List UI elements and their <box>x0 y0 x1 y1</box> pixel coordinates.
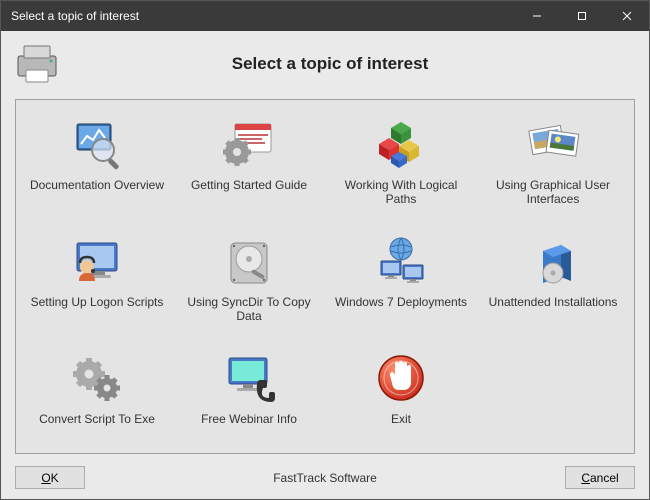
magnifier-chart-icon <box>65 112 129 176</box>
gears-icon <box>65 346 129 410</box>
topic-setting-up-logon-scripts[interactable]: Setting Up Logon Scripts <box>22 227 172 342</box>
monitor-phone-icon <box>217 346 281 410</box>
header: Select a topic of interest <box>1 31 649 93</box>
maximize-icon <box>577 11 587 21</box>
window-controls <box>514 1 649 31</box>
topic-label: Exit <box>391 412 411 426</box>
minimize-button[interactable] <box>514 1 559 31</box>
topics-panel: Documentation Overview <box>15 99 635 454</box>
blocks-icon <box>369 112 433 176</box>
close-button[interactable] <box>604 1 649 31</box>
topic-windows-7-deployments[interactable]: Windows 7 Deployments <box>326 227 476 342</box>
topic-using-syncdir-to-copy-data[interactable]: Using SyncDir To Copy Data <box>174 227 324 342</box>
topic-using-graphical-user-interfaces[interactable]: Using Graphical User Interfaces <box>478 110 628 225</box>
stop-hand-icon <box>369 346 433 410</box>
topic-getting-started-guide[interactable]: Getting Started Guide <box>174 110 324 225</box>
ok-button[interactable]: OK <box>15 466 85 489</box>
page-title: Select a topic of interest <box>71 54 639 74</box>
software-box-icon <box>521 229 585 293</box>
brand-label: FastTrack Software <box>85 471 565 485</box>
printer-icon <box>13 39 61 87</box>
topic-label: Documentation Overview <box>30 178 164 192</box>
topic-convert-script-to-exe[interactable]: Convert Script To Exe <box>22 344 172 454</box>
topic-label: Using SyncDir To Copy Data <box>179 295 319 324</box>
close-icon <box>622 11 632 21</box>
globe-monitors-icon <box>369 229 433 293</box>
harddisk-icon <box>217 229 281 293</box>
topic-label: Setting Up Logon Scripts <box>31 295 164 309</box>
pictures-icon <box>521 112 585 176</box>
window-title: Select a topic of interest <box>11 9 514 23</box>
topic-label: Using Graphical User Interfaces <box>483 178 623 207</box>
topic-working-with-logical-paths[interactable]: Working With Logical Paths <box>326 110 476 225</box>
topic-label: Free Webinar Info <box>201 412 297 426</box>
topic-label: Getting Started Guide <box>191 178 307 192</box>
topic-label: Convert Script To Exe <box>39 412 155 426</box>
topic-documentation-overview[interactable]: Documentation Overview <box>22 110 172 225</box>
headset-user-icon <box>65 229 129 293</box>
topic-free-webinar-info[interactable]: Free Webinar Info <box>174 344 324 454</box>
topic-exit[interactable]: Exit <box>326 344 476 454</box>
dialog-window: Select a topic of interest Select a topi… <box>0 0 650 500</box>
gear-window-icon <box>217 112 281 176</box>
topic-label: Working With Logical Paths <box>331 178 471 207</box>
titlebar: Select a topic of interest <box>1 1 649 31</box>
topics-grid: Documentation Overview <box>22 110 628 454</box>
cancel-button[interactable]: Cancel <box>565 466 635 489</box>
maximize-button[interactable] <box>559 1 604 31</box>
topic-label: Unattended Installations <box>489 295 618 309</box>
topic-unattended-installations[interactable]: Unattended Installations <box>478 227 628 342</box>
topic-label: Windows 7 Deployments <box>335 295 467 309</box>
footer: OK FastTrack Software Cancel <box>1 460 649 499</box>
minimize-icon <box>532 11 542 21</box>
